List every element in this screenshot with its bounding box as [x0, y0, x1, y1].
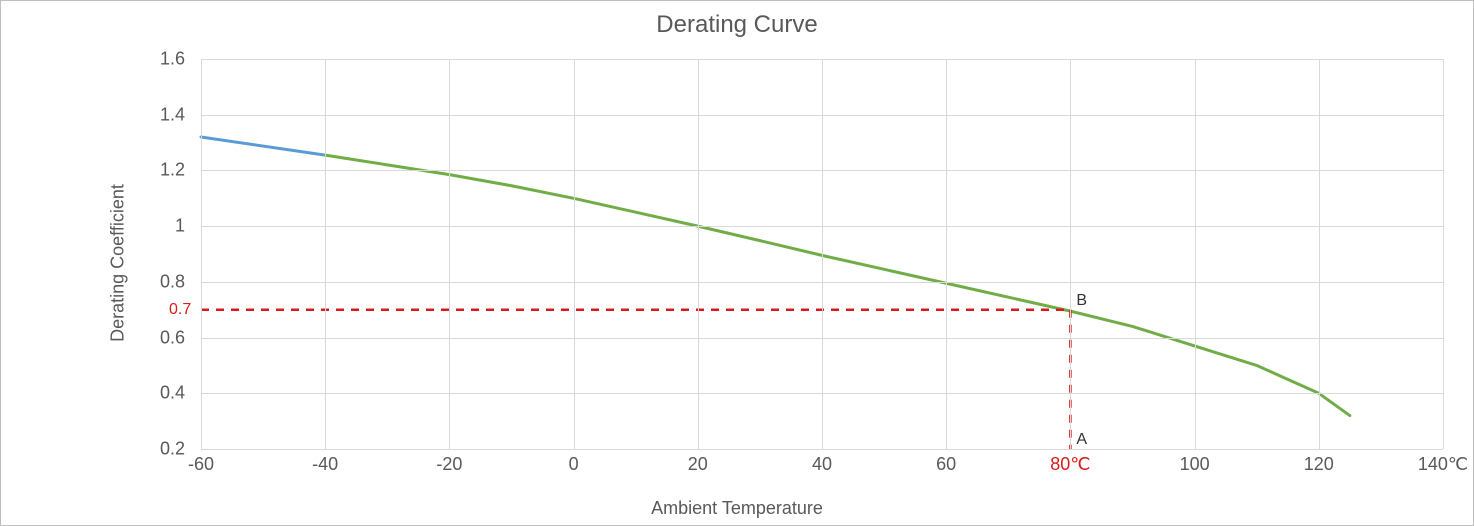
x-tick-label: 0	[569, 454, 579, 475]
gridline-v	[574, 59, 575, 449]
x-tick-label: 100	[1180, 454, 1210, 475]
marker-x-label: 80℃	[1050, 454, 1090, 475]
gridline-v	[698, 59, 699, 449]
chart-frame: Derating Curve Derating Coefficient Ambi…	[0, 0, 1474, 526]
plot-area: 0.20.40.60.811.21.41.6-60-40-20020406010…	[201, 59, 1443, 449]
y-tick-label: 0.8	[1, 271, 191, 292]
gridline-h	[201, 449, 1443, 450]
y-tick-label: 0.6	[1, 327, 191, 348]
x-tick-label: 140℃	[1418, 454, 1468, 475]
y-tick-label: 1.2	[1, 160, 191, 181]
gridline-v	[1319, 59, 1320, 449]
y-tick-label: 1.4	[1, 104, 191, 125]
x-tick-label: 120	[1304, 454, 1334, 475]
gridline-v	[1443, 59, 1444, 449]
x-tick-label: -60	[188, 454, 214, 475]
point-label-a: A	[1076, 431, 1087, 449]
x-tick-label: 40	[812, 454, 832, 475]
gridline-v	[1070, 59, 1071, 449]
y-tick-label: 0.2	[1, 439, 191, 460]
gridline-v	[201, 59, 202, 449]
gridline-v	[325, 59, 326, 449]
y-axis-label: Derating Coefficient	[107, 184, 128, 342]
x-tick-label: 20	[688, 454, 708, 475]
chart-title: Derating Curve	[1, 11, 1473, 39]
gridline-v	[449, 59, 450, 449]
y-tick-label: 1	[1, 216, 191, 237]
gridline-v	[946, 59, 947, 449]
gridline-v	[822, 59, 823, 449]
marker-y-label: 0.7	[169, 301, 191, 319]
x-tick-label: 60	[936, 454, 956, 475]
x-axis-label: Ambient Temperature	[1, 498, 1473, 519]
point-label-b: B	[1076, 292, 1087, 310]
y-tick-label: 0.4	[1, 383, 191, 404]
series-extended-low-temp	[201, 137, 325, 155]
series-derating-curve	[325, 155, 1350, 415]
x-tick-label: -40	[312, 454, 338, 475]
gridline-v	[1195, 59, 1196, 449]
y-tick-label: 1.6	[1, 49, 191, 70]
x-tick-label: -20	[436, 454, 462, 475]
